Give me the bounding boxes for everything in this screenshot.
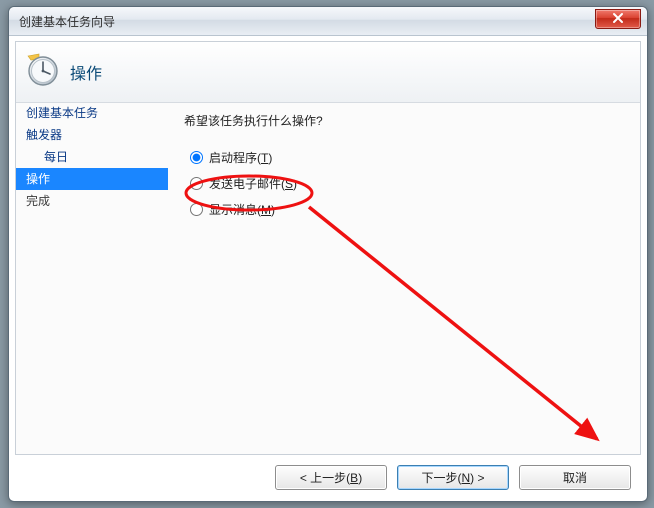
titlebar[interactable]: 创建基本任务向导: [9, 7, 647, 36]
radio-start-program[interactable]: [190, 151, 203, 164]
option-show-message[interactable]: 显示消息(M): [190, 199, 630, 219]
option-show-message-label: 显示消息(M): [209, 201, 275, 218]
footer: < 上一步(B) 下一步(N) > 取消: [15, 459, 641, 495]
wizard-window: 创建基本任务向导: [8, 6, 648, 502]
option-start-program[interactable]: 启动程序(T): [190, 147, 630, 167]
sidebar-item-daily[interactable]: 每日: [16, 146, 168, 168]
wizard-sidebar: 创建基本任务 触发器 每日 操作 完成: [16, 102, 168, 454]
client-area: 操作 创建基本任务 触发器 每日 操作 完成 希望该任务执行什么操作? 启动程序…: [15, 41, 641, 455]
next-button-label: 下一步(N) >: [421, 469, 484, 486]
option-send-email-label: 发送电子邮件(S): [209, 175, 297, 192]
header: 操作: [16, 42, 640, 103]
page-title: 操作: [70, 60, 102, 84]
back-button[interactable]: < 上一步(B): [275, 465, 387, 490]
back-button-label: < 上一步(B): [300, 469, 362, 486]
close-button[interactable]: [595, 9, 641, 29]
sidebar-item-finish[interactable]: 完成: [16, 190, 168, 212]
cancel-button-label: 取消: [563, 469, 587, 486]
option-start-program-label: 启动程序(T): [209, 149, 272, 166]
close-icon: [612, 12, 624, 24]
window-title: 创建基本任务向导: [19, 13, 115, 30]
content: 希望该任务执行什么操作? 启动程序(T) 发送电子邮件(S): [184, 108, 630, 450]
prompt-text: 希望该任务执行什么操作?: [184, 112, 630, 129]
radio-send-email[interactable]: [190, 177, 203, 190]
sidebar-item-action[interactable]: 操作: [16, 168, 168, 190]
clock-icon: [24, 52, 60, 88]
cancel-button[interactable]: 取消: [519, 465, 631, 490]
next-button[interactable]: 下一步(N) >: [397, 465, 509, 490]
sidebar-item-create-basic-task[interactable]: 创建基本任务: [16, 102, 168, 124]
radio-show-message[interactable]: [190, 203, 203, 216]
option-send-email[interactable]: 发送电子邮件(S): [190, 173, 630, 193]
sidebar-item-trigger[interactable]: 触发器: [16, 124, 168, 146]
